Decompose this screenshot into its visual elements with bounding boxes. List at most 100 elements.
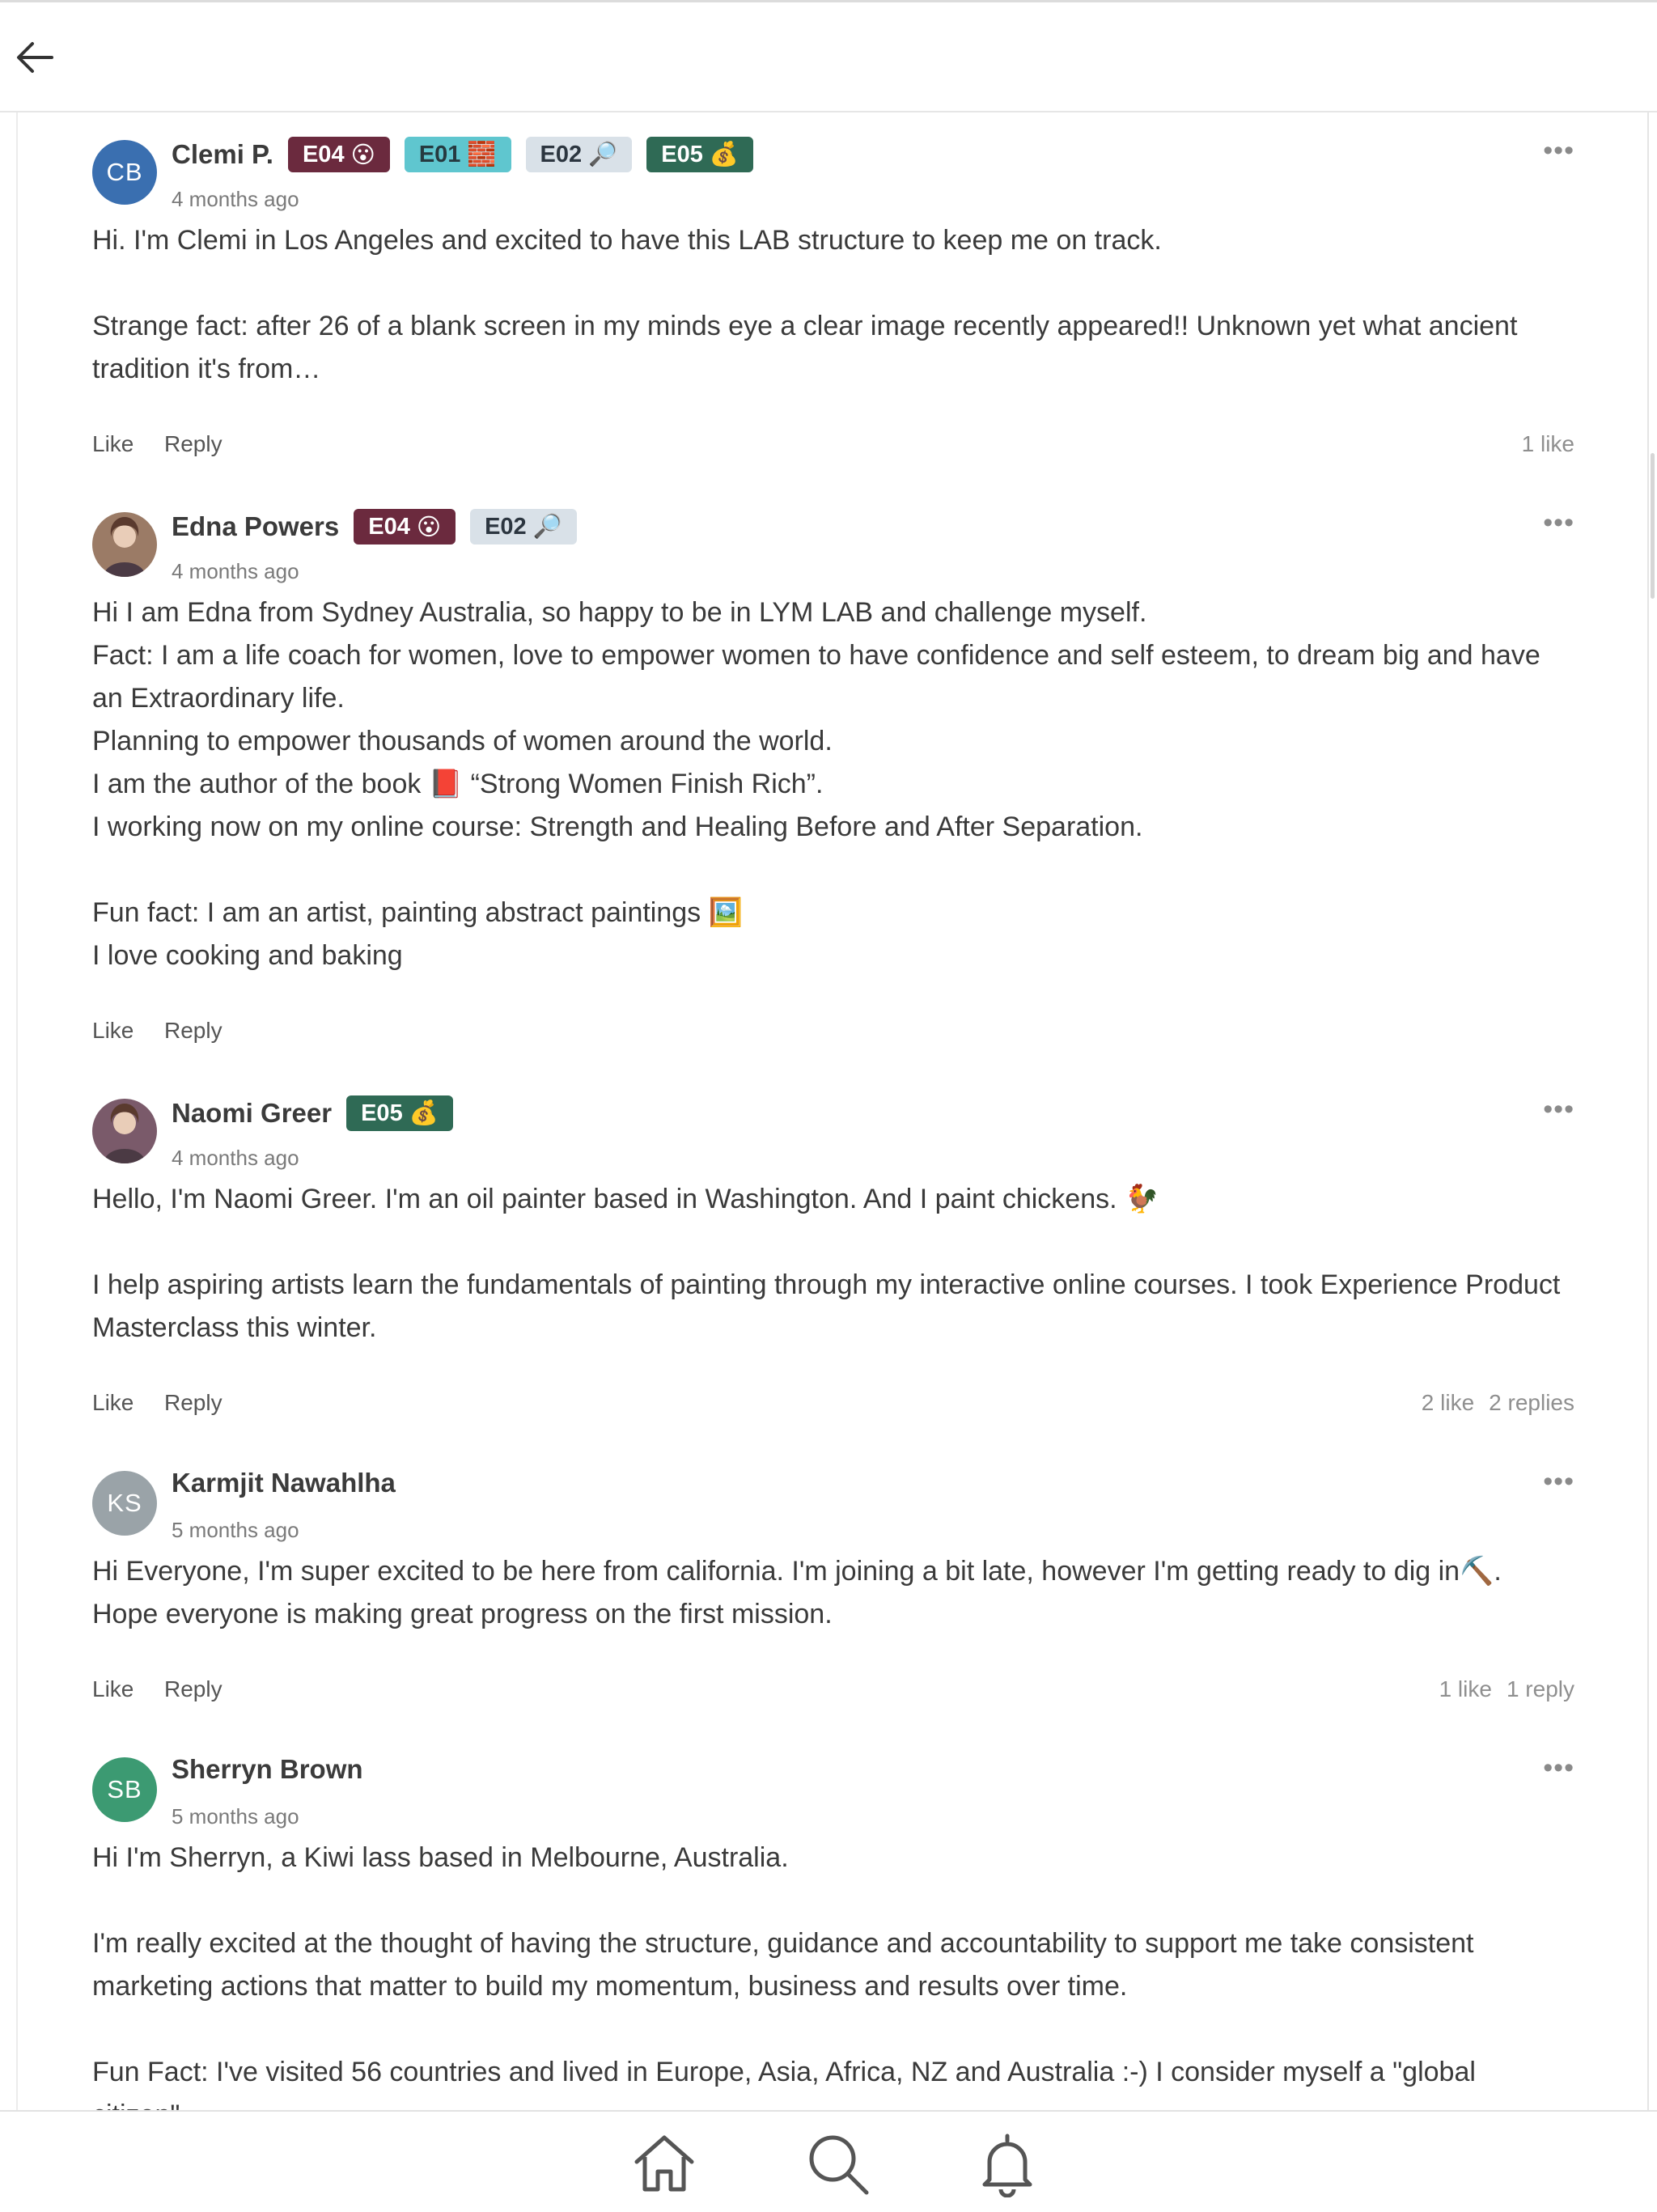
comment-body: Hi I am Edna from Sydney Australia, so h… — [46, 591, 1611, 977]
comment-post: SB Sherryn Brown 5 months ago ••• Hi I'm… — [0, 1730, 1657, 2111]
more-options-button[interactable]: ••• — [1543, 1466, 1574, 1498]
post-header: SB Sherryn Brown 5 months ago ••• — [46, 1730, 1611, 1829]
post-stats: 1 like — [1522, 431, 1574, 457]
nav-search-button[interactable] — [803, 2129, 871, 2197]
badge-emoji: 💰 — [409, 1100, 439, 1126]
comment-paragraph: Hi I am Edna from Sydney Australia, so h… — [92, 597, 1147, 628]
badge-emoji: 🔎 — [532, 514, 562, 540]
post-timestamp: 4 months ago — [172, 559, 299, 583]
reply-button[interactable]: Reply — [164, 1676, 222, 1702]
like-button[interactable]: Like — [92, 431, 133, 457]
comment-post: KS Karmjit Nawahlha 5 months ago ••• Hi … — [0, 1443, 1657, 1730]
author-name[interactable]: Clemi P. — [172, 139, 273, 170]
post-timestamp: 4 months ago — [172, 1146, 299, 1170]
avatar[interactable]: KS — [92, 1471, 157, 1536]
avatar-initials: CB — [106, 158, 143, 186]
badge-code: E02 — [540, 141, 583, 167]
badge-e05[interactable]: E05 💰 — [346, 1095, 453, 1131]
post-timestamp: 5 months ago — [172, 1518, 299, 1542]
author-name[interactable]: Naomi Greer — [172, 1098, 332, 1129]
avatar[interactable]: SB — [92, 1757, 157, 1822]
post-header: Naomi Greer E05 💰 4 months ago ••• — [46, 1071, 1611, 1170]
comment-paragraph: Hello, I'm Naomi Greer. I'm an oil paint… — [92, 1184, 1159, 1214]
like-button[interactable]: Like — [92, 1390, 133, 1416]
avatar-initials: KS — [107, 1489, 142, 1517]
comment-post: Naomi Greer E05 💰 4 months ago ••• Hello… — [0, 1071, 1657, 1443]
author-row: Edna Powers E04 😮 E02 🔎 — [172, 509, 577, 545]
comment-body: Hi Everyone, I'm super excited to be her… — [46, 1550, 1611, 1636]
avatar[interactable]: CB — [92, 140, 157, 205]
reply-button[interactable]: Reply — [164, 1390, 222, 1416]
comment-paragraph: I am the author of the book 📕 “Strong Wo… — [92, 769, 824, 799]
author-row: Clemi P. E04 😮 E01 🧱 E02 🔎 E05 💰 — [172, 137, 753, 172]
author-row: Sherryn Brown — [172, 1754, 363, 1785]
badge-code: E01 — [418, 141, 461, 167]
bell-icon — [982, 2134, 1032, 2198]
search-icon — [809, 2135, 869, 2195]
comment-paragraph: Hi. I'm Clemi in Los Angeles and excited… — [92, 225, 1162, 256]
like-count[interactable]: 1 like — [1522, 431, 1574, 457]
comment-paragraph: Fun fact: I am an artist, painting abstr… — [92, 897, 743, 928]
badge-code: E04 — [302, 141, 345, 167]
comment-post: CB Clemi P. E04 😮 E01 🧱 E02 🔎 E05 💰 4 mo… — [0, 112, 1657, 485]
badge-emoji: 💰 — [709, 142, 739, 167]
author-row: Naomi Greer E05 💰 — [172, 1095, 453, 1131]
post-stats: 1 like 1 reply — [1439, 1676, 1574, 1702]
comment-body: Hello, I'm Naomi Greer. I'm an oil paint… — [46, 1178, 1611, 1350]
arrow-left-icon — [17, 42, 53, 73]
more-options-button[interactable]: ••• — [1543, 1094, 1574, 1125]
author-row: Karmjit Nawahlha — [172, 1468, 396, 1498]
more-options-button[interactable]: ••• — [1543, 1752, 1574, 1784]
post-actions: Like Reply — [46, 1010, 1611, 1071]
post-actions: Like Reply 1 like — [46, 423, 1611, 485]
author-name[interactable]: Karmjit Nawahlha — [172, 1468, 396, 1498]
badge-e02[interactable]: E02 🔎 — [525, 137, 633, 172]
post-header: KS Karmjit Nawahlha 5 months ago ••• — [46, 1443, 1611, 1542]
reply-count[interactable]: 2 replies — [1489, 1390, 1574, 1416]
comment-paragraph: Planning to empower thousands of women a… — [92, 726, 833, 756]
more-options-button[interactable]: ••• — [1543, 135, 1574, 167]
back-button[interactable] — [11, 33, 60, 82]
author-name[interactable]: Sherryn Brown — [172, 1754, 363, 1785]
avatar-initials: SB — [107, 1775, 142, 1803]
avatar-photo-icon — [104, 517, 146, 577]
more-dots-icon: ••• — [1543, 507, 1574, 538]
comment-paragraph: I help aspiring artists learn the fundam… — [92, 1269, 1561, 1343]
reply-button[interactable]: Reply — [164, 431, 222, 457]
author-name[interactable]: Edna Powers — [172, 511, 339, 542]
badge-e02[interactable]: E02 🔎 — [470, 509, 577, 545]
more-dots-icon: ••• — [1543, 1094, 1574, 1125]
badge-code: E05 — [361, 1100, 403, 1126]
nav-home-button[interactable] — [630, 2129, 698, 2197]
avatar[interactable] — [92, 1099, 157, 1163]
more-dots-icon: ••• — [1543, 1752, 1574, 1783]
more-options-button[interactable]: ••• — [1543, 507, 1574, 539]
post-timestamp: 5 months ago — [172, 1804, 299, 1829]
nav-notifications-button[interactable] — [973, 2129, 1041, 2198]
like-button[interactable]: Like — [92, 1676, 133, 1702]
avatar[interactable] — [92, 512, 157, 577]
badge-code: E04 — [368, 513, 410, 540]
post-header: CB Clemi P. E04 😮 E01 🧱 E02 🔎 E05 💰 4 mo… — [46, 112, 1611, 211]
badge-emoji: 🧱 — [467, 142, 497, 167]
post-header: Edna Powers E04 😮 E02 🔎 4 months ago ••• — [46, 485, 1611, 583]
bottom-navigation — [0, 2110, 1657, 2212]
like-button[interactable]: Like — [92, 1018, 133, 1044]
badge-e04[interactable]: E04 😮 — [354, 509, 456, 545]
badge-e05[interactable]: E05 💰 — [646, 137, 753, 172]
badge-code: E05 — [661, 141, 703, 167]
header-bar — [0, 2, 1657, 112]
reply-button[interactable]: Reply — [164, 1018, 222, 1044]
reply-count[interactable]: 1 reply — [1507, 1676, 1574, 1702]
badge-e04[interactable]: E04 😮 — [287, 137, 390, 172]
badge-e01[interactable]: E01 🧱 — [404, 137, 511, 172]
post-actions: Like Reply 1 like 1 reply — [46, 1668, 1611, 1730]
avatar-photo-icon — [104, 1104, 146, 1163]
like-count[interactable]: 1 like — [1439, 1676, 1492, 1702]
like-count[interactable]: 2 like — [1422, 1390, 1474, 1416]
badge-code: E02 — [485, 513, 527, 540]
